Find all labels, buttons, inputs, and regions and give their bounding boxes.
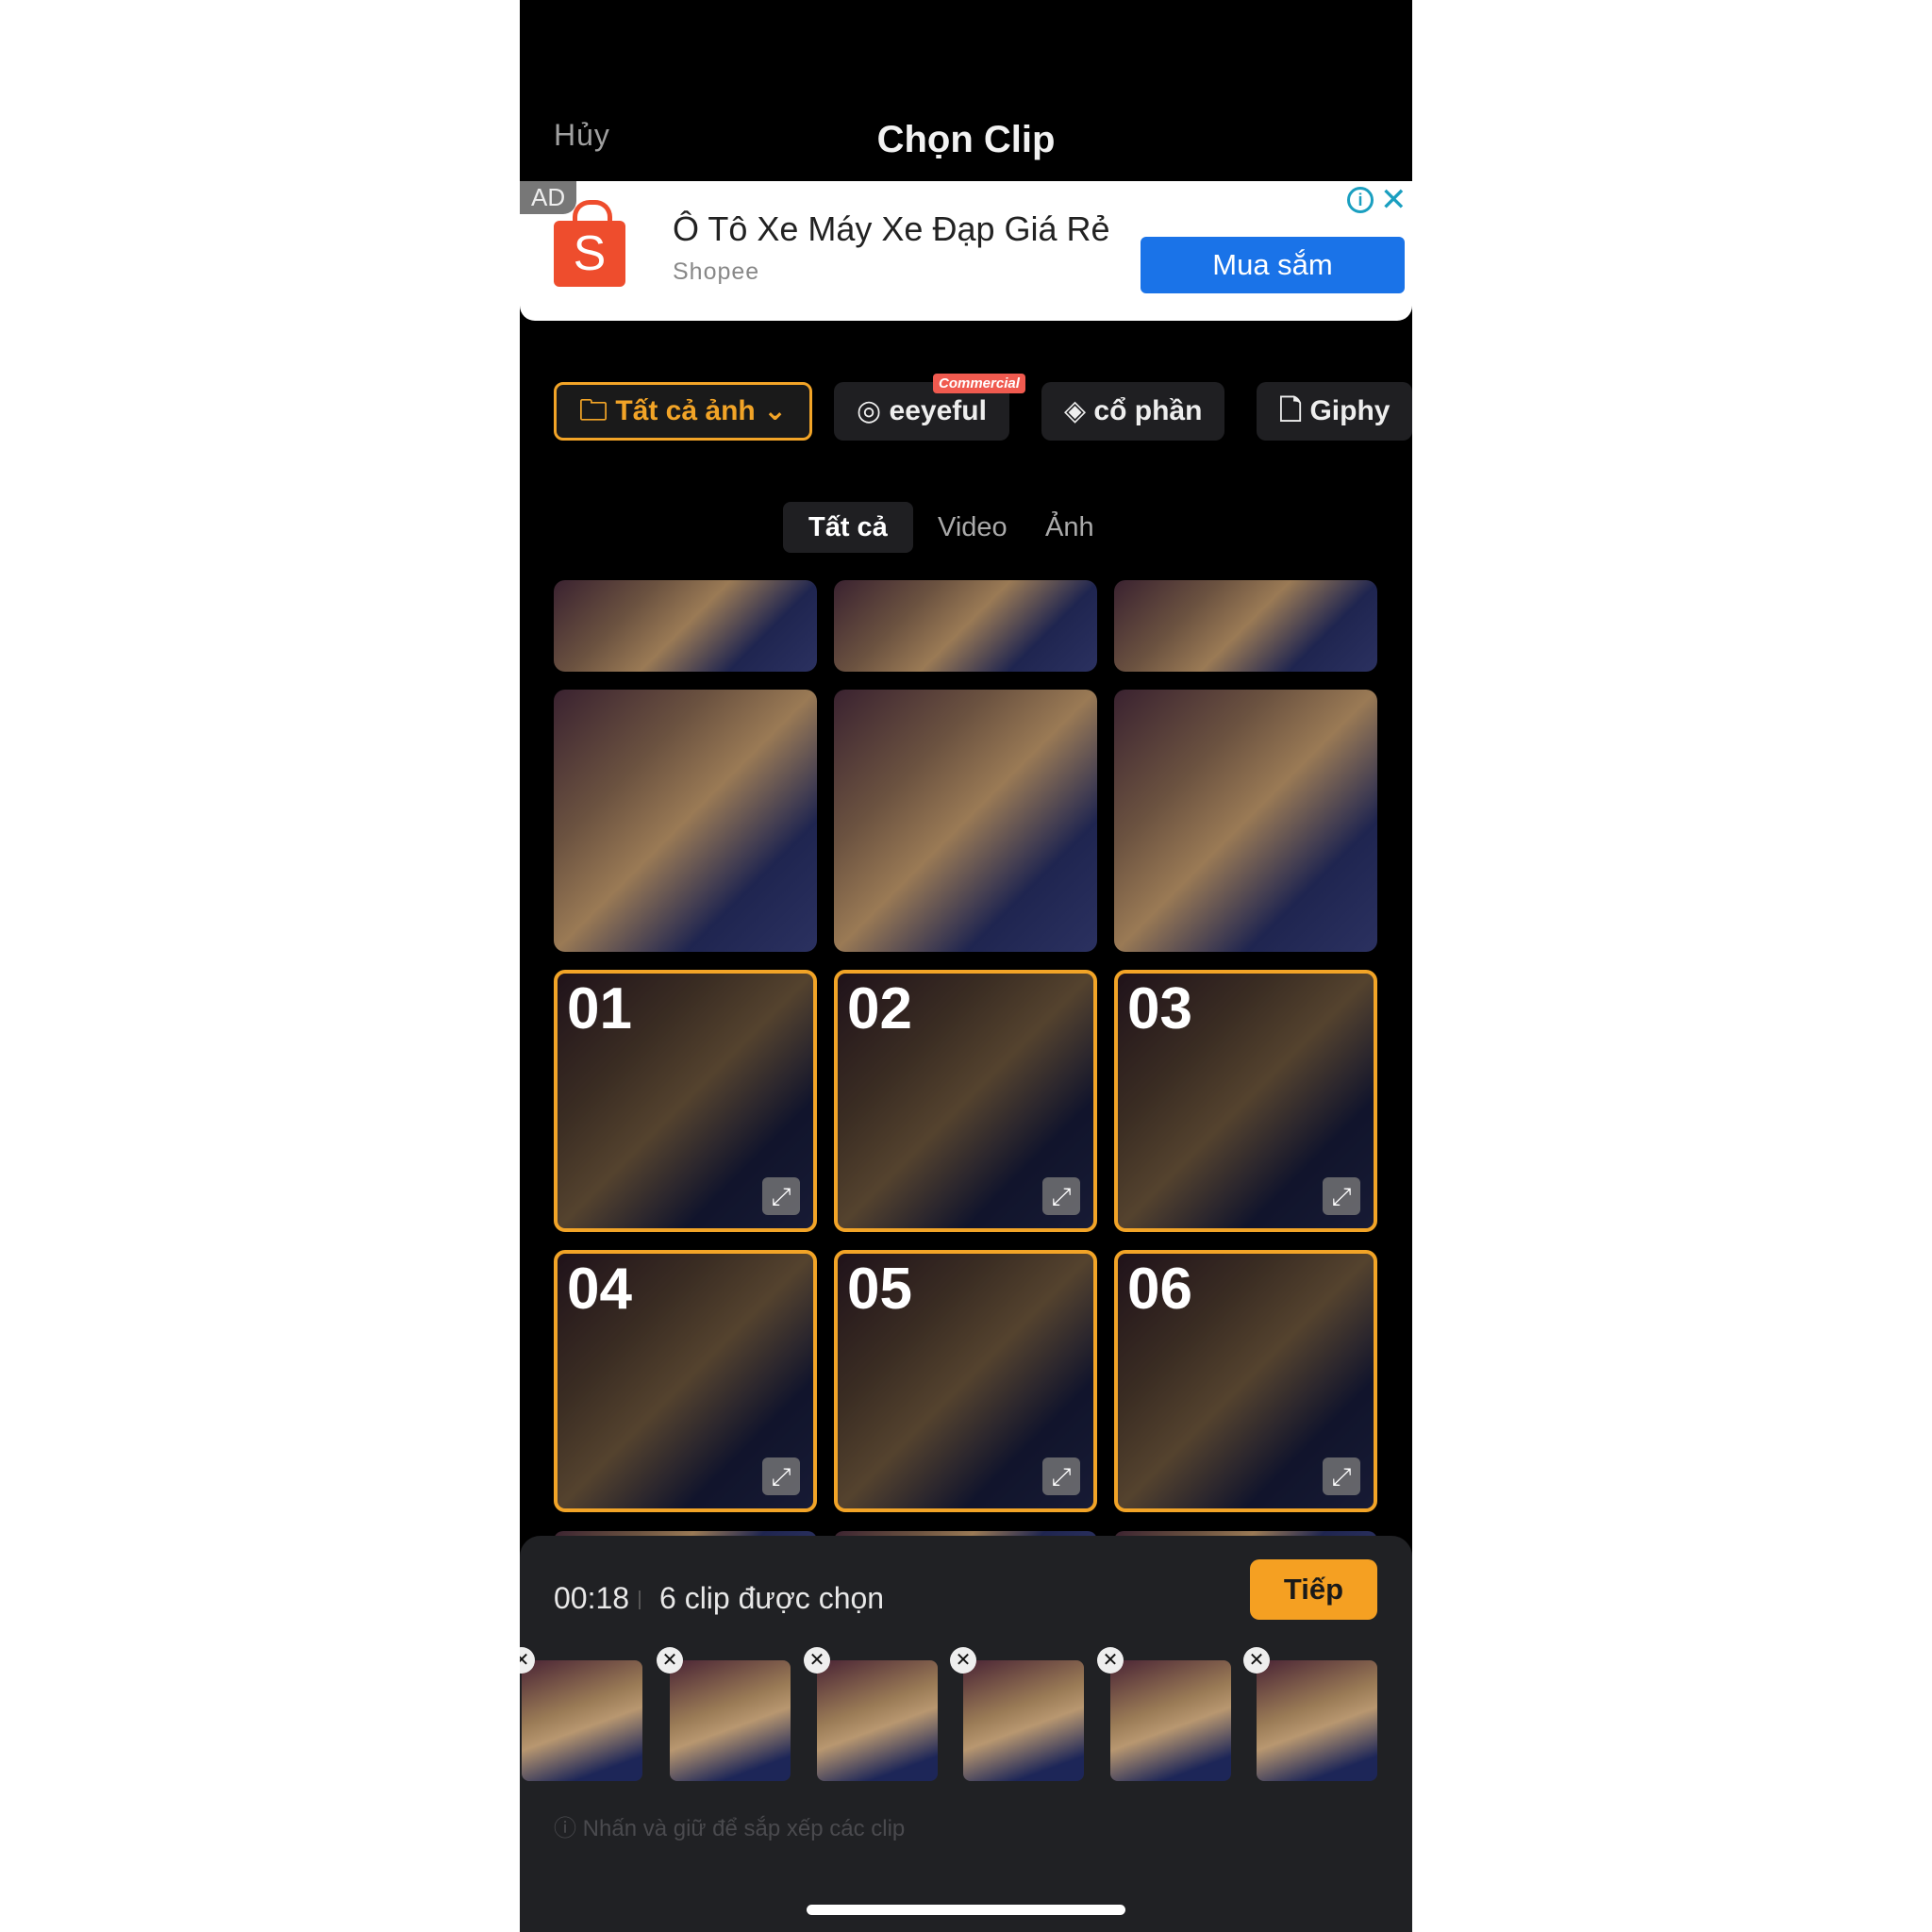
source-label: cổ phần: [1093, 395, 1203, 426]
selection-number: 05: [847, 1257, 912, 1322]
divider: [639, 1591, 641, 1609]
chevron-down-icon: ⌄: [755, 395, 788, 426]
source-giphy[interactable]: 🗋 Giphy: [1257, 382, 1412, 441]
remove-clip-icon[interactable]: ✕: [1097, 1647, 1124, 1674]
reorder-hint: ⓘ Nhấn và giữ để sắp xếp các clip: [554, 1809, 905, 1842]
remove-clip-icon[interactable]: ✕: [520, 1647, 535, 1674]
ad-advertiser: Shopee: [673, 258, 760, 285]
source-label: eeyeful: [889, 395, 987, 426]
expand-icon[interactable]: ⤢: [762, 1457, 800, 1495]
expand-icon[interactable]: ⤢: [1323, 1457, 1360, 1495]
selected-clip-thumbnail[interactable]: ✕: [657, 1647, 791, 1781]
commercial-badge: Commercial: [933, 374, 1025, 393]
remove-clip-icon[interactable]: ✕: [657, 1647, 683, 1674]
media-tile[interactable]: [834, 690, 1097, 952]
file-icon: 🗋: [1279, 395, 1310, 426]
tab-all[interactable]: Tất cả: [783, 502, 913, 553]
expand-icon[interactable]: ⤢: [1323, 1177, 1360, 1215]
selected-media-tile[interactable]: 06 ⤢: [1114, 1250, 1377, 1512]
layers-icon: ◈: [1064, 395, 1094, 426]
selected-clip-thumbnail[interactable]: ✕: [950, 1647, 1084, 1781]
tab-photo[interactable]: Ảnh: [1020, 502, 1120, 553]
close-icon[interactable]: ✕: [1380, 181, 1407, 219]
ad-banner[interactable]: AD S Ô Tô Xe Máy Xe Đạp Giá Rẻ Shopee Mu…: [520, 181, 1412, 321]
selection-number: 03: [1127, 976, 1192, 1041]
album-label: Tất cả ảnh: [615, 395, 756, 426]
phone-screen: Hủy Chọn Clip AD S Ô Tô Xe Máy Xe Đạp Gi…: [520, 0, 1412, 1932]
media-tile[interactable]: [554, 690, 817, 952]
ad-tag: AD: [520, 181, 577, 214]
media-tile[interactable]: [554, 580, 817, 672]
selected-media-tile[interactable]: 04 ⤢: [554, 1250, 817, 1512]
selected-clip-thumbnail[interactable]: ✕: [804, 1647, 938, 1781]
album-dropdown[interactable]: 🗀 Tất cả ảnh ⌄: [554, 382, 813, 441]
expand-icon[interactable]: ⤢: [1042, 1177, 1080, 1215]
remove-clip-icon[interactable]: ✕: [804, 1647, 830, 1674]
next-button[interactable]: Tiếp: [1250, 1559, 1377, 1620]
eeyeful-icon: ◎: [857, 395, 890, 426]
total-duration: 00:18: [554, 1581, 630, 1615]
ad-cta-button[interactable]: Mua sắm: [1141, 237, 1405, 293]
selection-number: 06: [1127, 1257, 1192, 1322]
page-title: Chọn Clip: [876, 119, 1056, 160]
shopee-logo-icon: S: [554, 200, 625, 287]
folder-icon: 🗀: [579, 395, 616, 426]
selected-count: 6 clip được chọn: [659, 1581, 885, 1615]
ad-title: Ô Tô Xe Máy Xe Đạp Giá Rẻ: [673, 209, 1110, 248]
selected-media-tile[interactable]: 01 ⤢: [554, 970, 817, 1232]
expand-icon[interactable]: ⤢: [762, 1177, 800, 1215]
selected-clip-thumbnail[interactable]: ✕: [1097, 1647, 1231, 1781]
remove-clip-icon[interactable]: ✕: [950, 1647, 976, 1674]
selection-number: 04: [567, 1257, 632, 1322]
selection-number: 01: [567, 976, 632, 1041]
selected-clip-thumbnail[interactable]: ✕: [520, 1647, 642, 1781]
selected-media-tile[interactable]: 05 ⤢: [834, 1250, 1097, 1512]
tab-video[interactable]: Video: [912, 502, 1033, 553]
media-tile[interactable]: [834, 580, 1097, 672]
media-tile[interactable]: [1114, 580, 1377, 672]
selected-media-tile[interactable]: 02 ⤢: [834, 970, 1097, 1232]
media-tile[interactable]: [1114, 690, 1377, 952]
selection-panel: 00:18 6 clip được chọn Tiếp ✕ ✕ ✕ ✕ ✕ ✕ ⓘ Nhấ…: [520, 1536, 1412, 1932]
expand-icon[interactable]: ⤢: [1042, 1457, 1080, 1495]
hint-text: Nhấn và giữ để sắp xếp các clip: [582, 1816, 906, 1841]
info-icon: ⓘ: [554, 1816, 583, 1841]
selected-media-tile[interactable]: 03 ⤢: [1114, 970, 1377, 1232]
source-stock[interactable]: ◈ cổ phần: [1041, 382, 1225, 441]
remove-clip-icon[interactable]: ✕: [1243, 1647, 1270, 1674]
home-indicator[interactable]: [807, 1905, 1125, 1915]
info-icon[interactable]: i: [1347, 187, 1374, 213]
source-label: Giphy: [1309, 395, 1391, 426]
selection-number: 02: [847, 976, 912, 1041]
selected-clip-thumbnail[interactable]: ✕: [1243, 1647, 1377, 1781]
